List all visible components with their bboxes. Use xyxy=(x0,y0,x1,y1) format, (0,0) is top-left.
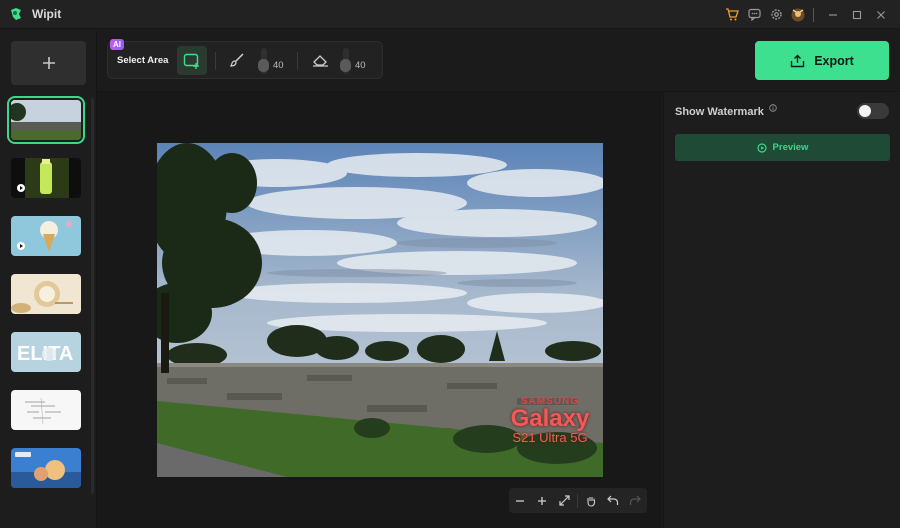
toolbar-divider xyxy=(215,52,216,70)
zoom-in-button[interactable] xyxy=(531,488,553,513)
watermark-sub-text: S21 Ultra 5G xyxy=(512,430,588,445)
view-controls xyxy=(509,488,647,513)
eraser-size-handle[interactable] xyxy=(340,59,351,72)
eraser-icon xyxy=(312,55,328,67)
feedback-icon[interactable] xyxy=(743,4,765,26)
eraser-size-value: 40 xyxy=(355,60,366,71)
thumbnail-icecream-video[interactable] xyxy=(11,216,81,256)
preview-label: Preview xyxy=(772,142,809,153)
edit-toolbar: AI Select Area 40 40 xyxy=(107,39,383,79)
export-button[interactable]: Export xyxy=(755,41,889,80)
brush-size-slider[interactable] xyxy=(258,48,269,74)
detected-watermark[interactable]: SAMSUNG Galaxy S21 Ultra 5G xyxy=(500,396,600,445)
select-area-label: Select Area xyxy=(117,55,169,66)
show-watermark-toggle[interactable] xyxy=(857,103,889,119)
info-icon[interactable] xyxy=(769,104,777,112)
undo-icon xyxy=(607,495,619,505)
preview-icon xyxy=(756,142,767,153)
hand-pan-icon xyxy=(587,496,596,507)
media-sidebar: ELITA xyxy=(0,30,97,528)
show-watermark-label: Show Watermark xyxy=(675,106,764,118)
brush-icon xyxy=(230,53,244,67)
add-media-button[interactable] xyxy=(11,41,86,85)
thumbnail-bottle-video[interactable] xyxy=(11,158,81,198)
preview-button[interactable]: Preview xyxy=(675,134,890,161)
title-bar-divider xyxy=(813,7,814,22)
settings-icon[interactable] xyxy=(765,4,787,26)
title-bar: Wipit xyxy=(0,0,900,29)
select-area-icon xyxy=(183,53,199,69)
redo-button[interactable] xyxy=(624,488,646,513)
eraser-size-slider[interactable] xyxy=(340,48,351,74)
select-area-button[interactable] xyxy=(177,46,207,75)
close-icon[interactable] xyxy=(870,4,892,26)
brush-size-value: 40 xyxy=(273,60,284,71)
app-window: Wipit AI Select Area 40 40 Export SAMSUN… xyxy=(0,0,900,528)
toolbar-divider xyxy=(297,52,298,70)
cart-icon[interactable] xyxy=(721,4,743,26)
ai-badge: AI xyxy=(110,39,124,50)
maximize-icon[interactable] xyxy=(846,4,868,26)
thumbnail-wipit-promo[interactable] xyxy=(11,448,81,488)
sidebar-scrollbar[interactable] xyxy=(91,98,94,494)
zoom-in-icon xyxy=(538,496,546,505)
export-icon xyxy=(791,54,805,67)
export-label: Export xyxy=(814,53,854,68)
watermark-brand-text: SAMSUNG xyxy=(520,396,580,407)
eraser-tool[interactable] xyxy=(311,50,329,70)
brush-tool[interactable] xyxy=(228,50,246,70)
zoom-out-button[interactable] xyxy=(509,488,531,513)
fit-screen-button[interactable] xyxy=(553,488,575,513)
watermark-main-text: Galaxy xyxy=(510,405,590,432)
brush-size-handle[interactable] xyxy=(258,59,269,72)
plus-icon xyxy=(42,57,55,69)
toggle-knob xyxy=(859,105,871,117)
app-title: Wipit xyxy=(32,7,62,21)
undo-button[interactable] xyxy=(602,488,624,513)
zoom-out-icon xyxy=(516,499,524,502)
view-controls-divider xyxy=(577,493,578,508)
title-bar-actions xyxy=(721,0,892,29)
thumbnail-elita-banner[interactable]: ELITA xyxy=(11,332,81,372)
hand-pan-button[interactable] xyxy=(580,488,602,513)
thumbnail-document-scan[interactable] xyxy=(11,390,81,430)
user-avatar-icon[interactable] xyxy=(787,4,809,26)
fit-screen-icon xyxy=(558,495,570,506)
thumbnail-food-banner[interactable] xyxy=(11,274,81,314)
thumbnail-landscape-photo[interactable] xyxy=(7,96,85,144)
minimize-icon[interactable] xyxy=(822,4,844,26)
settings-panel: Show Watermark Preview xyxy=(663,92,900,528)
redo-icon xyxy=(629,495,641,505)
app-logo-icon xyxy=(11,8,21,20)
